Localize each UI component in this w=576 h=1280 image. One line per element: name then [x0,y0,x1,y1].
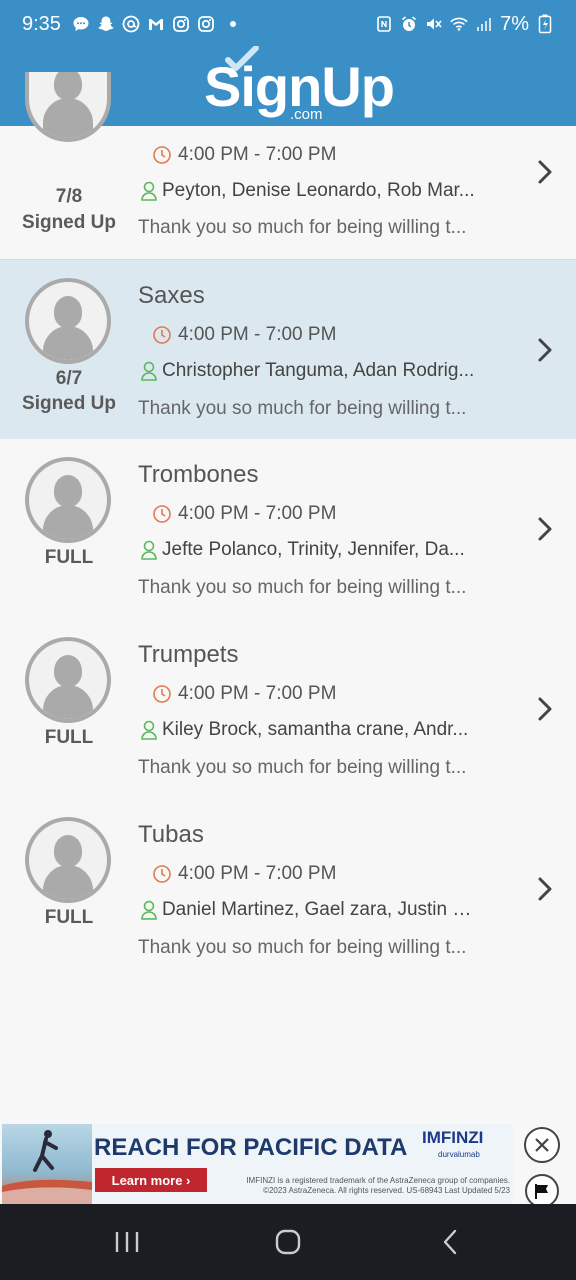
threads-icon [122,15,140,33]
wifi-icon [450,15,468,33]
slot-names-text: Kiley Brock, samantha crane, Andr... [162,719,469,740]
slot-description: Thank you so much for being willing t... [138,757,467,778]
slot-names-text: Peyton, Denise Leonardo, Rob Mar... [162,180,475,201]
battery-icon [536,14,554,34]
slot-time: 4:00 PM - 7:00 PM [152,683,336,705]
home-button[interactable] [258,1224,318,1260]
person-icon [141,720,157,740]
ad-fine-print: IMFINZI is a registered trademark of the… [246,1176,510,1195]
slot-time-text: 4:00 PM - 7:00 PM [178,144,337,165]
slot-names: Jefte Polanco, Trinity, Jennifer, Da... [140,539,480,561]
status-bar: 9:35 7% [0,0,576,48]
slot-time-text: 4:00 PM - 7:00 PM [178,503,337,524]
clock-icon [153,685,171,703]
slot-time: 4:00 PM - 7:00 PM [152,503,336,525]
ad-learn-more-button[interactable]: Learn more › [95,1168,207,1192]
gmail-icon [147,15,165,33]
home-icon [275,1229,301,1255]
slot-title: Trombones [138,461,259,488]
slot-time-text: 4:00 PM - 7:00 PM [178,863,337,884]
signal-icon [475,15,493,33]
notification-dot-icon [229,21,236,27]
signup-count: 7/8 [55,186,83,207]
slot-time-text: 4:00 PM - 7:00 PM [178,324,337,345]
slot-time-text: 4:00 PM - 7:00 PM [178,683,337,704]
signup-status: FULL [44,727,94,748]
person-icon [141,361,157,381]
avatar [25,457,111,543]
recents-icon [115,1232,139,1252]
recents-button[interactable] [97,1224,157,1260]
person-icon [141,540,157,560]
ad-close-button[interactable] [524,1127,560,1163]
slot-description: Thank you so much for being willing t... [138,577,467,598]
ad-figure-icon [2,1130,92,1204]
slot-time: 4:00 PM - 7:00 PM [152,324,336,346]
slot-title: Tubas [138,821,204,848]
slot-names-text: Christopher Tanguma, Adan Rodrig... [162,360,475,381]
person-icon [141,181,157,201]
slot-row[interactable]: FULL Trumpets 4:00 PM - 7:00 PM Kiley Br… [0,619,576,799]
slot-names-text: Jefte Polanco, Trinity, Jennifer, Da... [162,539,465,560]
back-nav-icon [443,1229,457,1255]
slot-row[interactable]: 7/8 Signed Up 4:00 PM - 7:00 PM Peyton, … [0,72,576,260]
slot-names: Daniel Martinez, Gael zara, Justin E... [140,899,480,921]
signup-status: FULL [44,547,94,568]
clock-icon [153,146,171,164]
chevron-right-icon [538,160,552,184]
instagram-icon [172,15,190,33]
slot-time: 4:00 PM - 7:00 PM [152,863,336,885]
status-left: 9:35 [22,13,236,36]
slot-description: Thank you so much for being willing t... [138,217,467,238]
slot-names-text: Daniel Martinez, Gael zara, Justin E... [161,899,480,920]
signup-status: Signed Up [22,393,116,414]
chevron-right-icon [538,338,552,362]
slot-time: 4:00 PM - 7:00 PM [152,144,336,166]
snapchat-icon [97,15,115,33]
system-nav-bar [0,1204,576,1280]
slot-row[interactable]: 6/7 Signed Up Saxes 4:00 PM - 7:00 PM Ch… [0,259,576,439]
clock-icon [153,326,171,344]
flag-icon [535,1184,548,1199]
ad-image [2,1124,92,1204]
nfc-icon [375,15,393,33]
ad-brand-sub: durvalumab [438,1150,480,1159]
logo-checkmark-icon [225,46,259,71]
signup-count: 6/7 [55,368,83,389]
chevron-right-icon [538,517,552,541]
mute-icon [425,15,443,33]
ad-brand: IMFINZI [422,1128,484,1147]
chevron-right-icon [538,697,552,721]
slot-names: Peyton, Denise Leonardo, Rob Mar... [140,180,480,202]
clock-icon [153,505,171,523]
avatar [25,278,111,364]
battery-percent: 7% [500,12,529,35]
avatar [25,72,111,142]
avatar [25,637,111,723]
clock-icon [153,865,171,883]
signup-status: Signed Up [22,212,116,233]
ad-report-button[interactable] [525,1174,559,1208]
slot-names: Kiley Brock, samantha crane, Andr... [140,719,480,741]
instagram-icon [197,15,215,33]
slot-names: Christopher Tanguma, Adan Rodrig... [140,360,480,382]
slot-description: Thank you so much for being willing t... [138,937,467,958]
signup-status: FULL [44,907,94,928]
close-icon [535,1138,549,1152]
person-icon [141,900,157,920]
status-right: 7% [375,13,554,36]
ad-banner[interactable]: REACH FOR PACIFIC DATA Learn more › IMFI… [2,1124,513,1204]
slot-row[interactable]: FULL Trombones 4:00 PM - 7:00 PM Jefte P… [0,439,576,619]
messages-icon [72,15,90,33]
avatar [25,817,111,903]
status-time: 9:35 [22,12,61,35]
slot-title: Saxes [138,282,205,309]
back-nav-button[interactable] [420,1224,480,1260]
slot-description: Thank you so much for being willing t... [138,398,467,419]
ad-title: REACH FOR PACIFIC DATA [94,1134,408,1161]
alarm-icon [400,15,418,33]
slot-title: Trumpets [138,641,239,668]
slot-row[interactable]: FULL Tubas 4:00 PM - 7:00 PM Daniel Mart… [0,799,576,979]
chevron-right-icon [538,877,552,901]
